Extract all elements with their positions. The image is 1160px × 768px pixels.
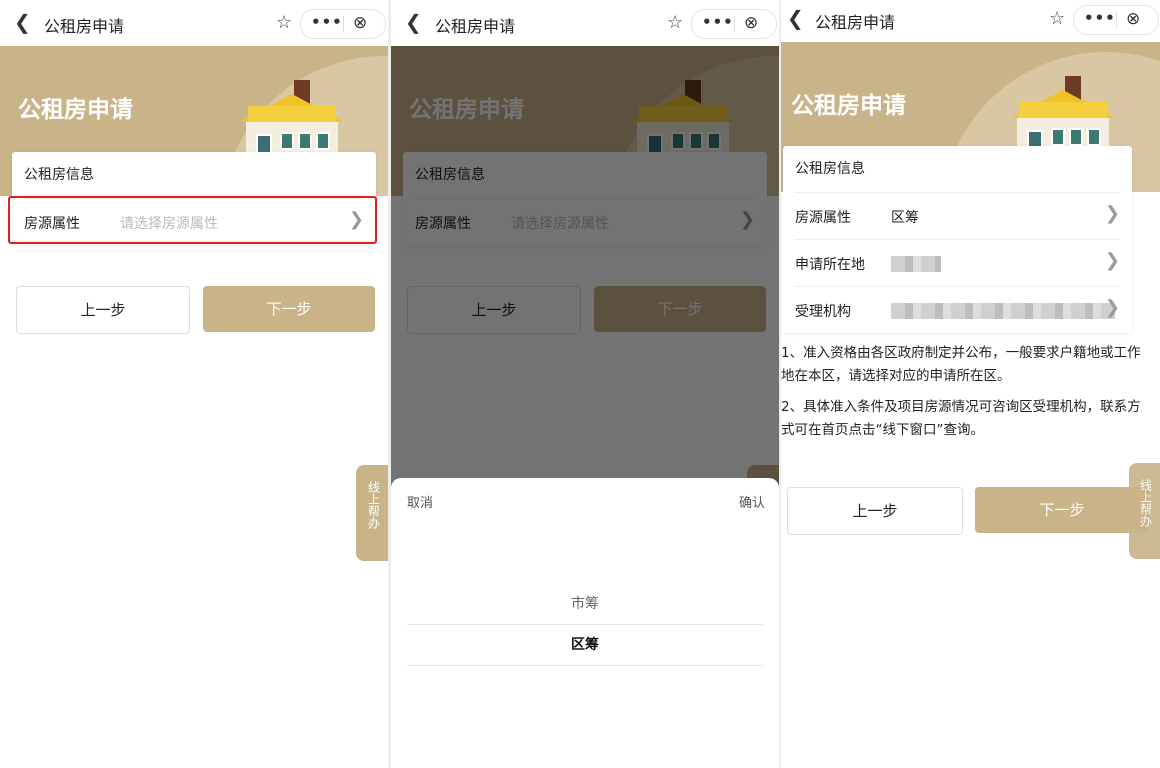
highlight-box xyxy=(8,196,377,244)
close-circle-icon[interactable]: ⊗ xyxy=(1126,9,1140,29)
nav-title: 公租房申请 xyxy=(815,13,896,32)
close-circle-icon[interactable]: ⊗ xyxy=(744,13,758,33)
card-title: 公租房信息 xyxy=(24,167,94,183)
online-help-label: 线上帮办 xyxy=(366,481,381,529)
prev-button[interactable]: 上一步 xyxy=(787,487,963,535)
capsule-divider xyxy=(1116,12,1117,28)
card-title: 公租房信息 xyxy=(795,161,865,177)
picker-option-selected[interactable]: 区筹 xyxy=(407,624,763,666)
next-button[interactable]: 下一步 xyxy=(203,286,375,332)
accepting-agency-row[interactable]: 受理机构 ❯ xyxy=(795,286,1120,333)
picker-option[interactable]: 市筹 xyxy=(407,584,763,624)
star-outline-icon[interactable]: ☆ xyxy=(1049,8,1065,29)
star-outline-icon[interactable]: ☆ xyxy=(667,12,683,33)
application-location-row[interactable]: 申请所在地 ❯ xyxy=(795,239,1120,286)
banner-title: 公租房申请 xyxy=(791,93,906,119)
house-illustration-icon xyxy=(236,80,346,164)
house-illustration-icon xyxy=(1007,76,1117,160)
nav-bar: ❮ 公租房申请 ☆ ••• ⊗ xyxy=(0,0,388,46)
redacted-value xyxy=(891,303,1115,319)
capsule-menu: ••• ⊗ xyxy=(691,9,777,39)
picker-sheet: 取消 确认 市筹 区筹 xyxy=(391,478,779,768)
row-label: 受理机构 xyxy=(795,304,851,320)
capsule-menu: ••• ⊗ xyxy=(300,9,386,39)
housing-attribute-row[interactable]: 房源属性 区筹 ❯ xyxy=(795,192,1120,239)
banner-title: 公租房申请 xyxy=(18,97,133,123)
online-help-button[interactable]: 线上帮办 xyxy=(1129,463,1160,559)
more-dots-icon[interactable]: ••• xyxy=(1084,9,1116,27)
row-label: 房源属性 xyxy=(795,210,851,226)
star-outline-icon[interactable]: ☆ xyxy=(276,12,292,33)
nav-bar: ❮ 公租房申请 ☆ ••• ⊗ xyxy=(781,0,1160,44)
capsule-divider xyxy=(734,16,735,32)
row-label: 申请所在地 xyxy=(795,257,865,273)
online-help-label: 线上帮办 xyxy=(1138,479,1153,527)
screen-step-select: ❮ 公租房申请 ☆ ••• ⊗ 公租房申请 公租房信息 房源属性 请选择房源属性… xyxy=(0,0,388,768)
nav-title: 公租房申请 xyxy=(44,17,125,36)
prev-button[interactable]: 上一步 xyxy=(16,286,190,334)
screen-picker: ❮ 公租房申请 ☆ ••• ⊗ 公租房申请 公租房信息 房源属性 请选择房源属性… xyxy=(391,0,779,768)
close-circle-icon[interactable]: ⊗ xyxy=(353,13,367,33)
chevron-right-icon: ❯ xyxy=(1104,250,1120,271)
online-help-button[interactable]: 线上帮办 xyxy=(356,465,388,561)
nav-title: 公租房申请 xyxy=(435,17,516,36)
capsule-menu: ••• ⊗ xyxy=(1073,5,1159,35)
redacted-value xyxy=(891,256,941,272)
note-item: 1、准入资格由各区政府制定并公布，一般要求户籍地或工作地在本区，请选择对应的申请… xyxy=(781,345,1141,384)
chevron-right-icon: ❯ xyxy=(1104,203,1120,224)
info-card: 公租房信息 房源属性 区筹 ❯ 申请所在地 ❯ 受理机构 ❯ xyxy=(783,146,1132,333)
more-dots-icon[interactable]: ••• xyxy=(311,13,343,31)
nav-bar: ❮ 公租房申请 ☆ ••• ⊗ xyxy=(391,0,779,46)
chevron-left-icon[interactable]: ❮ xyxy=(405,12,422,32)
capsule-divider xyxy=(343,16,344,32)
chevron-left-icon[interactable]: ❮ xyxy=(787,8,804,28)
chevron-right-icon: ❯ xyxy=(1104,297,1120,318)
picker-cancel-button[interactable]: 取消 xyxy=(407,492,433,511)
screen-step-filled: ❮ 公租房申请 ☆ ••• ⊗ 公租房申请 公租房信息 房源属性 区筹 ❯ 申请… xyxy=(781,0,1160,768)
next-button[interactable]: 下一步 xyxy=(975,487,1149,533)
more-dots-icon[interactable]: ••• xyxy=(702,13,734,31)
row-value: 区筹 xyxy=(891,210,919,226)
note-item: 2、具体准入条件及项目房源情况可咨询区受理机构，联系方式可在首页点击“线下窗口”… xyxy=(781,399,1141,438)
picker-confirm-button[interactable]: 确认 xyxy=(739,492,765,511)
notes: 1、准入资格由各区政府制定并公布，一般要求户籍地或工作地在本区，请选择对应的申请… xyxy=(781,342,1154,450)
chevron-left-icon[interactable]: ❮ xyxy=(14,12,31,32)
